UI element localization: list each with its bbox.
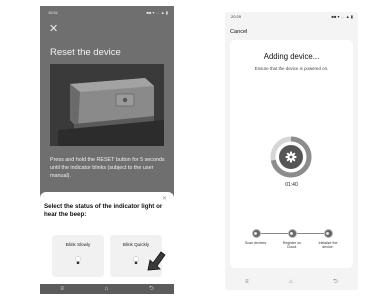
option-label: Blink Quickly — [122, 242, 150, 247]
sheet-close-icon[interactable]: ✕ — [162, 195, 167, 202]
system-nav-bar: ≡ ⌂ ⮌ — [225, 276, 358, 288]
page-title: Adding device... — [263, 52, 320, 61]
indicator-status-sheet: ✕ Select the status of the indicator lig… — [40, 192, 174, 284]
home-icon[interactable]: ⌂ — [289, 279, 293, 285]
reset-instruction: Press and hold the RESET button for 5 se… — [50, 157, 165, 179]
adding-device-card: Adding device... Ensure that the device … — [230, 40, 353, 268]
device-photo — [50, 64, 164, 146]
step-dot — [287, 229, 297, 238]
progress-ring — [270, 136, 312, 178]
status-icons: ■■ ▾ … ▲ ▮ — [331, 14, 353, 19]
adding-device-screen: 20:29 ■■ ▾ … ▲ ▮ Cancel Adding device...… — [225, 12, 358, 290]
close-icon[interactable]: ✕ — [49, 24, 58, 35]
countdown-timer: 01:40 — [285, 182, 298, 188]
status-icons: ■■ ▾ … ▲ ▮ — [146, 10, 168, 15]
step-label: Initialize the device. — [318, 241, 338, 250]
back-icon[interactable]: ⮌ — [333, 277, 338, 287]
menu-icon[interactable]: ≡ — [245, 279, 249, 285]
power-hint: Ensure that the device is powered on. — [254, 66, 329, 71]
status-time: 20:29 — [231, 14, 242, 19]
page-title: Reset the device — [50, 47, 121, 58]
blink-slowly-option[interactable]: Blink Slowly — [52, 235, 104, 277]
step-label: Register on Cloud. — [282, 241, 302, 250]
pointer-arrow-icon — [147, 251, 166, 271]
step-dot — [251, 229, 261, 238]
progress-steps: Scan devices. Register on Cloud. Initial… — [242, 228, 342, 258]
step-label: Scan devices. — [244, 241, 268, 245]
cancel-button[interactable]: Cancel — [230, 29, 247, 35]
step-dot — [323, 229, 333, 238]
reset-device-screen: 16:51 ■■ ▾ … ▲ ▮ ✕ Reset the device Pres… — [40, 6, 174, 294]
home-icon[interactable]: ⌂ — [105, 286, 109, 292]
step-initialize: Initialize the device. — [314, 228, 342, 250]
step-register: Register on Cloud. — [278, 228, 306, 250]
step-scan: Scan devices. — [242, 228, 270, 245]
back-icon[interactable]: ⮌ — [149, 284, 154, 294]
status-bar: 20:29 ■■ ▾ … ▲ ▮ — [231, 14, 353, 22]
option-label: Blink Slowly — [65, 242, 91, 247]
status-time: 16:51 — [48, 10, 59, 15]
system-nav-bar: ≡ ⌂ ⮌ — [40, 284, 174, 294]
status-bar: 16:51 ■■ ▾ … ▲ ▮ — [48, 10, 168, 18]
menu-icon[interactable]: ≡ — [60, 286, 64, 292]
bulb-icon — [75, 256, 81, 264]
sheet-title: Select the status of the indicator light… — [44, 203, 163, 218]
bulb-icon — [133, 256, 139, 264]
